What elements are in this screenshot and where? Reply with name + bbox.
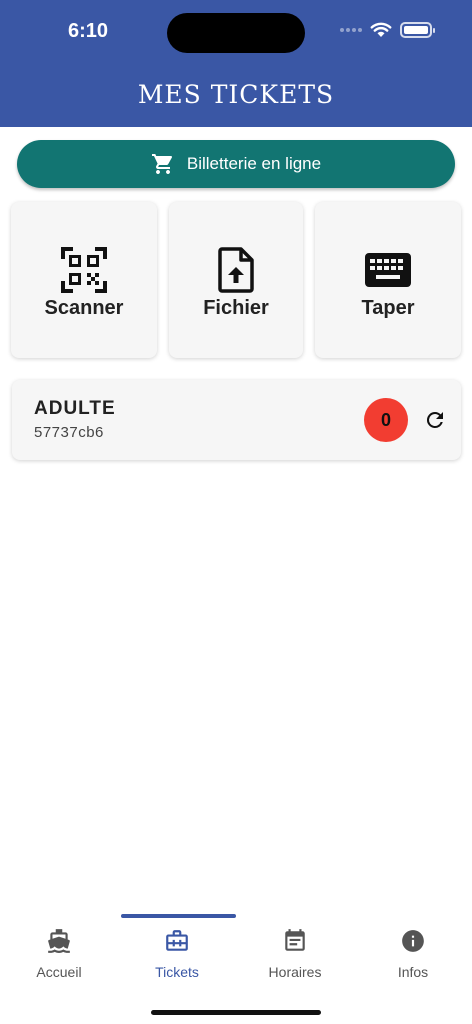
online-ticketing-button[interactable]: Billetterie en ligne (17, 140, 455, 188)
tab-infos[interactable]: Infos (354, 918, 472, 988)
schedule-icon (285, 929, 305, 951)
scanner-label: Scanner (44, 297, 124, 319)
scanner-card[interactable]: Scanner (11, 202, 157, 358)
status-time: 6:10 (68, 20, 109, 42)
type-code-label: Taper (361, 297, 415, 319)
tab-infos-label: Infos (397, 964, 429, 980)
refresh-icon[interactable] (423, 408, 447, 432)
ticket-code: 57737cb6 (34, 424, 104, 441)
tab-accueil[interactable]: Accueil (0, 918, 118, 988)
file-card[interactable]: Fichier (169, 202, 303, 358)
ticket-card[interactable]: ADULTE 57737cb6 0 (12, 380, 461, 460)
tab-tickets[interactable]: Tickets (118, 918, 236, 988)
ticket-count-badge: 0 (364, 398, 408, 442)
dynamic-island (167, 13, 305, 53)
status-icons (340, 22, 435, 38)
home-indicator (151, 1010, 321, 1015)
file-upload-icon (218, 247, 254, 293)
qr-code-icon (61, 247, 107, 293)
tab-bar: Accueil Tickets Horaires Infos (0, 918, 472, 988)
type-code-card[interactable]: Taper (315, 202, 461, 358)
cart-icon (151, 154, 172, 174)
online-ticketing-label: Billetterie en ligne (186, 154, 322, 173)
keyboard-icon (365, 253, 411, 287)
ferry-icon (48, 929, 70, 953)
tab-tickets-label: Tickets (155, 964, 199, 980)
cellular-signal-icon (340, 28, 362, 32)
tab-horaires[interactable]: Horaires (236, 918, 354, 988)
ticket-type: ADULTE (34, 398, 116, 419)
tab-horaires-label: Horaires (268, 964, 322, 980)
tab-accueil-label: Accueil (36, 964, 82, 980)
page-title: MES TICKETS (137, 80, 335, 109)
file-label: Fichier (203, 297, 269, 319)
app-header: 6:10 MES TICKETS (0, 0, 472, 127)
wifi-icon (370, 22, 392, 37)
briefcase-icon (166, 930, 188, 951)
info-icon (402, 930, 424, 952)
battery-icon (400, 22, 435, 38)
